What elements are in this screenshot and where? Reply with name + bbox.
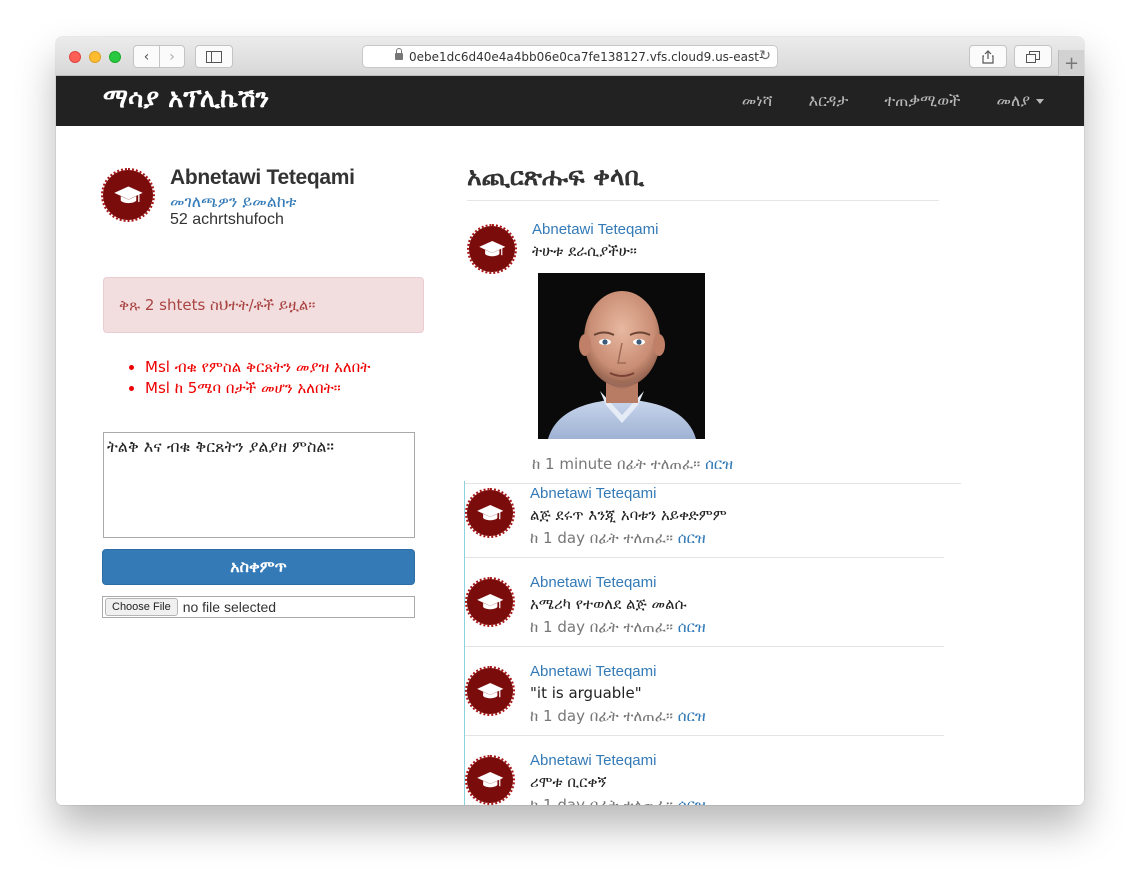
post-author-link[interactable]: Abnetawi Teteqami: [530, 485, 656, 502]
share-button[interactable]: [969, 45, 1007, 68]
tabs-icon: [1026, 50, 1040, 63]
post-content: ሪሞቱ ቢርቀኝ: [530, 773, 607, 791]
brand-logo[interactable]: ማሳያ አፕሊኬሽን: [103, 84, 269, 115]
submit-post-button[interactable]: አስቀምጥ: [102, 549, 415, 585]
chevron-left-icon: ‹: [143, 48, 150, 65]
delete-post-link[interactable]: ሰርዝ: [678, 618, 706, 636]
post-timestamp: ከ 1 day በፊት ተለጠፈ። ሰርዝ: [530, 618, 706, 636]
lock-icon: [395, 48, 403, 60]
nav-account-dropdown[interactable]: መለያ: [996, 91, 1044, 111]
post-time: ከ 1 day በፊት ተለጠፈ።: [530, 707, 673, 725]
browser-toolbar: ‹ › 0ebe1dc6d40e4a4bb06e0ca7fe138127.vfs…: [56, 37, 1084, 76]
reload-icon[interactable]: ↻: [759, 48, 771, 64]
post-time: ከ 1 day በፊት ተለጠፈ።: [530, 796, 673, 805]
post-time: ከ 1 day በፊት ተለጠፈ።: [530, 529, 673, 547]
error-alert: ቅጹ 2 shtets ስህተት/ቶች ይዟል።: [103, 277, 424, 333]
error-item: Msl ከ 5ሜባ በታች መሆን አለበት።: [145, 378, 370, 399]
post-avatar[interactable]: [467, 224, 517, 274]
chevron-right-icon: ›: [169, 48, 175, 65]
post-count: 52 achrtshufoch: [170, 211, 284, 228]
post-avatar[interactable]: [465, 488, 515, 538]
image-file-input: Choose File no file selected: [102, 596, 415, 618]
post-timestamp: ከ 1 day በፊት ተለጠፈ። ሰርዝ: [530, 707, 706, 725]
url-text: 0ebe1dc6d40e4a4bb06e0ca7fe138127.vfs.clo…: [409, 49, 764, 64]
feed-title: አጪርጽሑፍ ቀላቢ: [467, 162, 645, 191]
post-avatar[interactable]: [465, 755, 515, 805]
post-author-link[interactable]: Abnetawi Teteqami: [532, 221, 658, 238]
choose-file-button[interactable]: Choose File: [105, 598, 178, 616]
post-content: ትሁቱ ደራሲያችሁ።: [532, 242, 637, 260]
sidebar-toggle-button[interactable]: [195, 45, 233, 68]
close-window-button[interactable]: [69, 51, 81, 63]
show-tabs-button[interactable]: [1014, 45, 1052, 68]
delete-post-link[interactable]: ሰርዝ: [678, 707, 706, 725]
thread-line: [464, 481, 465, 805]
post-photo: [538, 273, 705, 439]
graduation-cap-icon: [476, 682, 504, 698]
profile-name: Abnetawi Teteqami: [170, 166, 355, 189]
history-nav: ‹ ›: [133, 45, 185, 68]
nav-users[interactable]: ተጠቃሚወች: [884, 91, 960, 111]
sidebar-icon: [206, 50, 222, 63]
graduation-cap-icon: [476, 504, 504, 520]
post-avatar[interactable]: [465, 666, 515, 716]
post-separator: [464, 557, 944, 558]
alert-text: ቅጹ 2 shtets ስህተት/ቶች ይዟል።: [119, 296, 316, 314]
new-tab-button[interactable]: +: [1058, 50, 1084, 76]
plus-icon: +: [1063, 52, 1080, 74]
post-author-link[interactable]: Abnetawi Teteqami: [530, 663, 656, 680]
post-author-link[interactable]: Abnetawi Teteqami: [530, 574, 656, 591]
avatar[interactable]: [101, 168, 155, 222]
graduation-cap-icon: [476, 593, 504, 609]
error-item: Msl ብቁ የምስል ቅርጸትን መያዝ አለበት: [145, 357, 370, 378]
graduation-cap-icon: [476, 771, 504, 787]
zoom-window-button[interactable]: [109, 51, 121, 63]
portrait-image: [538, 273, 705, 439]
delete-post-link[interactable]: ሰርዝ: [705, 455, 733, 473]
share-icon: [982, 49, 994, 64]
nav-help[interactable]: እርዳታ: [809, 91, 849, 111]
post-separator: [464, 483, 961, 484]
post-content-input[interactable]: ትልቅ እና ብቁ ቅርጸትን ያልያዘ ምስል።: [103, 432, 415, 538]
post-timestamp: ከ 1 minute በፊት ተለጠፈ። ሰርዝ: [532, 455, 733, 473]
file-status: no file selected: [182, 599, 277, 615]
post-author-link[interactable]: Abnetawi Teteqami: [530, 752, 656, 769]
post-content: ልጅ ደሩጥ እንጂ አባቱን አይቀድምም: [530, 506, 727, 524]
address-bar[interactable]: 0ebe1dc6d40e4a4bb06e0ca7fe138127.vfs.clo…: [362, 45, 778, 68]
graduation-cap-icon: [113, 185, 143, 203]
post-content: አሜሪካ የተወለደ ልጅ መልሱ: [530, 595, 687, 613]
post-separator: [464, 735, 944, 736]
browser-window: ‹ › 0ebe1dc6d40e4a4bb06e0ca7fe138127.vfs…: [56, 37, 1084, 805]
error-list: Msl ብቁ የምስል ቅርጸትን መያዝ አለበት Msl ከ 5ሜባ በታች…: [145, 357, 370, 399]
view-profile-link[interactable]: መገለጫዎን ይመልከቱ: [170, 192, 297, 212]
caret-down-icon: [1036, 99, 1044, 104]
forward-button[interactable]: ›: [158, 46, 184, 67]
post-time: ከ 1 day በፊት ተለጠፈ።: [530, 618, 673, 636]
nav-home[interactable]: መነሻ: [742, 91, 773, 111]
post-avatar[interactable]: [465, 577, 515, 627]
post-timestamp: ከ 1 day በፊት ተለጠፈ። ሰርዝ: [530, 529, 706, 547]
nav-links: መነሻ እርዳታ ተጠቃሚወች መለያ: [706, 76, 1044, 126]
nav-account-label: መለያ: [996, 91, 1030, 110]
feed-divider: [467, 200, 939, 201]
post-content: "it is arguable": [530, 684, 642, 702]
minimize-window-button[interactable]: [89, 51, 101, 63]
delete-post-link[interactable]: ሰርዝ: [678, 796, 706, 805]
post-separator: [464, 646, 944, 647]
delete-post-link[interactable]: ሰርዝ: [678, 529, 706, 547]
top-navbar: ማሳያ አፕሊኬሽን መነሻ እርዳታ ተጠቃሚወች መለያ: [56, 76, 1084, 126]
post-time: ከ 1 minute በፊት ተለጠፈ።: [532, 455, 701, 473]
post-timestamp: ከ 1 day በፊት ተለጠፈ። ሰርዝ: [530, 796, 706, 805]
back-button[interactable]: ‹: [134, 46, 159, 67]
graduation-cap-icon: [478, 240, 506, 256]
